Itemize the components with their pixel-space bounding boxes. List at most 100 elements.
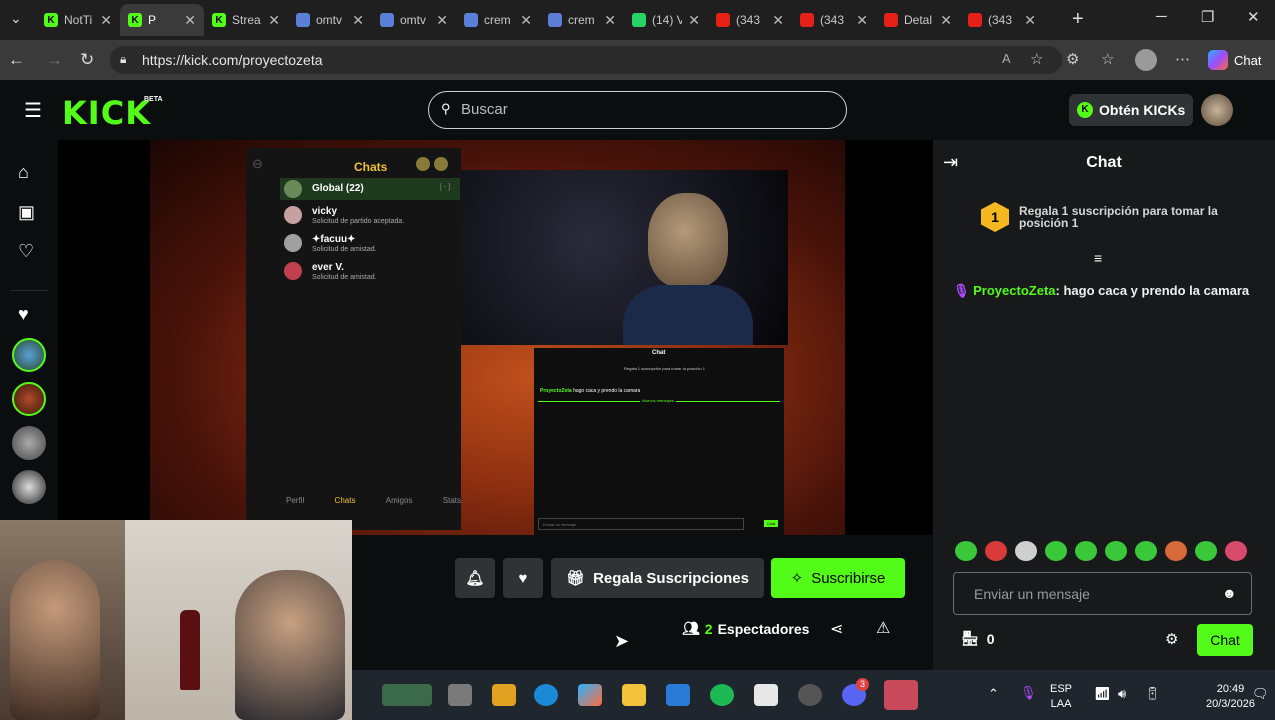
menu-icon[interactable]: ☰ [24, 98, 42, 123]
chat-send-button[interactable]: Chat [1197, 624, 1253, 656]
emote-icon[interactable] [1225, 541, 1247, 561]
keyboard-language[interactable]: ESP LAA [1050, 682, 1072, 712]
search-input[interactable]: ⚲ Buscar [428, 91, 847, 129]
clock[interactable]: 20:49 20/3/2026 [1206, 682, 1255, 712]
app-calendar-icon[interactable] [754, 684, 778, 706]
followed-channel-avatar[interactable] [12, 426, 46, 460]
url-field[interactable]: 🔒︎ https://kick.com/proyectozeta A ☆ [110, 46, 1062, 74]
close-tab-icon[interactable]: ✕ [1024, 12, 1036, 29]
browser-tab[interactable]: K Strea ✕ [204, 4, 288, 36]
close-tab-icon[interactable]: ✕ [940, 12, 952, 29]
emote-icon[interactable] [985, 541, 1007, 561]
gift-subs-button[interactable]: 🎁︎ Regala Suscripciones [551, 558, 764, 598]
browse-icon[interactable]: ▣ [18, 202, 35, 223]
reload-icon[interactable]: ↻ [80, 50, 94, 70]
close-tab-icon[interactable]: ✕ [352, 12, 364, 29]
browser-tab[interactable]: (343 ✕ [708, 4, 792, 36]
follow-heart-button[interactable]: ♥ [503, 558, 543, 598]
beta-badge: BETA [144, 96, 163, 103]
followed-channel-avatar[interactable] [12, 338, 46, 372]
followed-heart-icon[interactable]: ♥ [18, 304, 29, 325]
copilot-button[interactable]: Chat [1208, 50, 1261, 70]
app-visual-studio-icon[interactable] [492, 684, 516, 706]
browser-tab[interactable]: K P ✕ [120, 4, 204, 36]
emote-icon[interactable] [1165, 541, 1187, 561]
maximize-button[interactable]: ❐ [1201, 8, 1214, 26]
browser-tab[interactable]: Detal ✕ [876, 4, 960, 36]
favorite-star-icon[interactable]: ☆ [1030, 50, 1043, 68]
app-recorder-icon[interactable] [884, 680, 918, 710]
more-icon[interactable]: ⋯ [1175, 50, 1190, 68]
favorites-icon[interactable]: ☆ [1101, 50, 1114, 68]
emote-icon[interactable] [1105, 541, 1127, 561]
browser-tab[interactable]: omtv ✕ [372, 4, 456, 36]
emote-icon[interactable] [1015, 541, 1037, 561]
close-tab-icon[interactable]: ✕ [604, 12, 616, 29]
browser-tab[interactable]: crem ✕ [540, 4, 624, 36]
notifications-icon[interactable]: 🗨︎ [1252, 686, 1269, 702]
volume-icon[interactable]: 🔊︎ [1118, 686, 1126, 702]
close-tab-icon[interactable]: ✕ [520, 12, 532, 29]
following-heart-icon[interactable]: ♡ [18, 241, 34, 262]
new-tab-button[interactable]: + [1072, 8, 1084, 31]
emote-icon[interactable] [955, 541, 977, 561]
tray-chevron-icon[interactable]: ⌃ [988, 686, 999, 702]
browser-tab[interactable]: omtv ✕ [288, 4, 372, 36]
wifi-icon[interactable]: 📶︎ [1094, 686, 1111, 702]
pinned-expand-icon[interactable]: ≡ [1094, 250, 1102, 266]
app-copilot-icon[interactable] [578, 684, 602, 706]
close-tab-icon[interactable]: ✕ [184, 12, 196, 29]
tab-list-icon[interactable]: ⌄ [10, 10, 22, 27]
emote-icon[interactable] [1135, 541, 1157, 561]
tray-mic-icon[interactable]: 🎙︎ [1020, 685, 1037, 701]
chat-input[interactable]: Enviar un mensaje ☻ [953, 572, 1252, 615]
close-tab-icon[interactable]: ✕ [772, 12, 784, 29]
followed-channel-avatar[interactable] [12, 382, 46, 416]
app-spotify-icon[interactable] [710, 684, 734, 706]
app-edge-icon[interactable] [534, 684, 558, 706]
extensions-icon[interactable]: ⚙ [1066, 50, 1079, 68]
close-tab-icon[interactable]: ✕ [268, 12, 280, 29]
emoji-icon[interactable]: ☻ [1222, 585, 1237, 601]
app-window-icon[interactable] [448, 684, 472, 706]
app-game-icon[interactable] [382, 684, 432, 706]
app-obs-icon[interactable] [798, 684, 822, 706]
close-tab-icon[interactable]: ✕ [856, 12, 868, 29]
back-icon[interactable]: ← [8, 50, 25, 70]
browser-tab[interactable]: (14) V ✕ [624, 4, 708, 36]
close-tab-icon[interactable]: ✕ [688, 12, 700, 29]
browser-tab[interactable]: (343 ✕ [792, 4, 876, 36]
minimize-button[interactable]: ─ [1156, 8, 1167, 25]
app-store-icon[interactable] [666, 684, 690, 706]
stream-video[interactable]: ⊖ Chats Global (22) [ - ] vicky Solicitu… [58, 140, 933, 535]
close-tab-icon[interactable]: ✕ [436, 12, 448, 29]
app-explorer-icon[interactable] [622, 684, 646, 706]
browser-tab[interactable]: (343 ✕ [960, 4, 1044, 36]
app-discord-icon[interactable]: 3 [842, 678, 869, 706]
read-aloud-icon[interactable]: A [1002, 51, 1011, 66]
battery-icon[interactable]: 🔋︎ [1144, 686, 1161, 702]
emote-icon[interactable] [1195, 541, 1217, 561]
streamer-alien-avatar [623, 185, 753, 345]
profile-avatar[interactable] [1135, 49, 1157, 71]
channel-points[interactable]: 🏪︎ 0 [961, 630, 995, 647]
close-window-button[interactable]: ✕ [1247, 8, 1260, 26]
share-icon[interactable]: ⋖ [830, 619, 843, 639]
home-icon[interactable]: ⌂ [18, 162, 29, 183]
forward-icon[interactable]: → [46, 50, 63, 70]
browser-tab[interactable]: K NotTi ✕ [36, 4, 120, 36]
report-icon[interactable]: ⚠ [876, 618, 890, 638]
followed-channel-avatar[interactable] [12, 470, 46, 504]
mini-chat-title: Chat [652, 350, 666, 356]
chat-username[interactable]: ProyectoZeta [973, 283, 1055, 298]
subscribe-button[interactable]: ✧ Suscribirse [771, 558, 905, 598]
browser-tab[interactable]: crem ✕ [456, 4, 540, 36]
emote-icon[interactable] [1045, 541, 1067, 561]
user-avatar[interactable] [1201, 94, 1233, 126]
close-tab-icon[interactable]: ✕ [100, 12, 112, 29]
notify-bell-button[interactable]: 🔔︎ [455, 558, 495, 598]
emote-icon[interactable] [1075, 541, 1097, 561]
get-kicks-button[interactable]: K Obtén KICKs [1069, 94, 1193, 126]
kick-logo[interactable]: KICK [62, 94, 151, 132]
chat-settings-icon[interactable]: ⚙ [1165, 630, 1178, 648]
